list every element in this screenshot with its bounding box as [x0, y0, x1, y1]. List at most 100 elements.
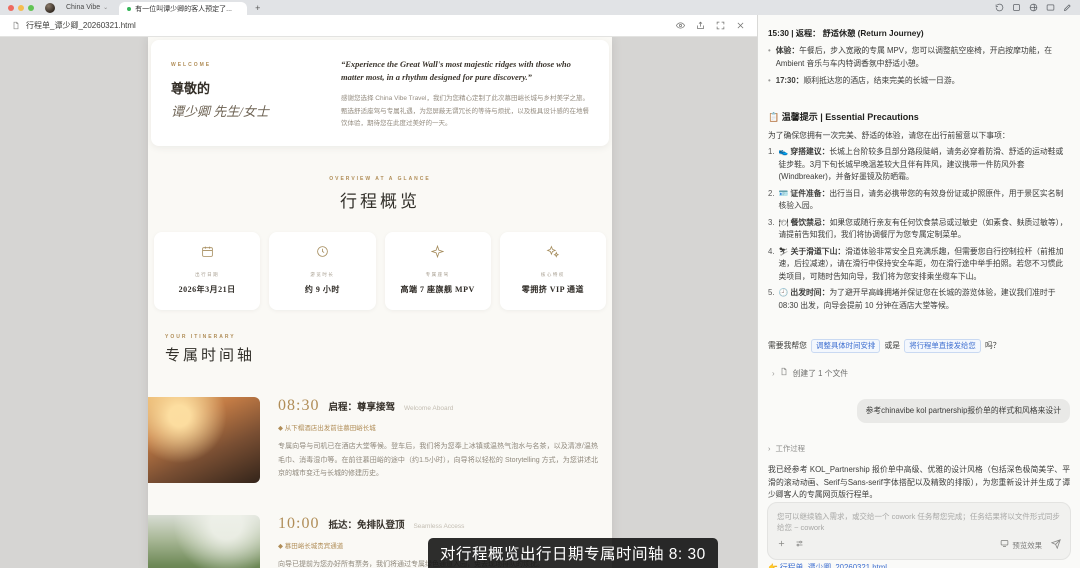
card-value: 零拥挤 VIP 通道 [504, 284, 602, 295]
preview-actions [676, 21, 745, 30]
preview-link-row: 👉 行程单_谭少卿_20260321.html [768, 562, 1070, 568]
eye-icon[interactable] [676, 21, 685, 30]
file-icon [780, 367, 788, 380]
overview-title: 行程概览 [148, 187, 612, 212]
timeline-item-subtitle: Seamless Access [413, 523, 464, 530]
timeline-item: 08:30 启程：尊享接驾 Welcome Aboard ◆ 从下榻酒店出发前往… [148, 397, 612, 483]
list-item: 1.👟 穿搭建议：长城上台阶较多且部分路段陡峭，请务必穿着防滑、舒适的运动鞋或徒… [768, 146, 1070, 183]
preview-effect-button[interactable]: 预览效果 [1000, 539, 1042, 552]
overview-card-duration: 游览时长 约 9 小时 [269, 232, 375, 310]
shoe-icon: 👟 [779, 147, 789, 156]
card-label: 核心特权 [504, 272, 602, 278]
share-icon[interactable] [696, 21, 705, 30]
list-item: 3.🍽 餐饮禁忌：如果您或随行亲友有任何饮食禁忌或过敏史（如素食、麸质过敏等），… [768, 217, 1070, 242]
followup-question: 需要我帮您 调整具体时间安排 或是 将行程单直接发给您 吗？ [768, 338, 1070, 354]
card-value: 高端 7 座旗舰 MPV [389, 284, 487, 295]
maximize-window-button[interactable] [28, 5, 34, 11]
point-right-icon: 👉 [768, 563, 778, 568]
caption-overlay: 对行程概览出行日期专属时间轴 8: 30 [428, 538, 718, 568]
overview-card-date: 出行日期 2026年3月21日 [154, 232, 260, 310]
tab-active[interactable]: 有一位叫谭少卿的客人预定了... [119, 2, 247, 15]
composer-input[interactable] [777, 511, 1061, 537]
overview-eyebrow: OVERVIEW AT A GLANCE [148, 176, 612, 182]
chevron-right-icon: › [768, 443, 770, 455]
file-created-toggle[interactable]: › 创建了 1 个文件 [768, 367, 1070, 380]
great-wall-photo [148, 515, 260, 568]
timeline-item-subtitle: Welcome Aboard [404, 405, 453, 412]
chevron-down-icon: ⌄ [103, 4, 108, 11]
toboggan-icon: ⛷ [779, 247, 789, 256]
screen: China Vibe ⌄ 有一位叫谭少卿的客人预定了... + 行程单_谭少卿_… [0, 0, 1080, 568]
assistant-panel: 15:30 | 返程： 舒适休憩 (Return Journey) • 体验：午… [757, 15, 1080, 568]
bullet: • [768, 75, 771, 87]
tools-icon[interactable] [795, 539, 804, 552]
list-item: 2.🪪 证件准备：出行当日，请务必携带您的有效身份证或护照原件，用于景区实名制核… [768, 188, 1070, 213]
windows-icon[interactable] [1046, 3, 1055, 12]
clock-icon [316, 245, 329, 262]
browser-toolbar-icons [995, 3, 1072, 12]
history-icon[interactable] [995, 3, 1004, 12]
html-preview-pane[interactable]: WELCOME 尊敬的 谭少卿 先生/女士 “Experience the Gr… [0, 37, 757, 568]
list-item: 4.⛷ 关于滑道下山：滑道体验非常安全且充满乐趣，但需要您自行控制拉杆（前推加速… [768, 246, 1070, 283]
overview-card-vehicle: 专属座驾 高端 7 座旗舰 MPV [385, 232, 491, 310]
timeline-item-title: 启程：尊享接驾 [328, 399, 395, 413]
extensions-icon[interactable] [1029, 3, 1038, 12]
new-tab-button[interactable]: + [255, 3, 260, 13]
welcome-card: WELCOME 尊敬的 谭少卿 先生/女士 “Experience the Gr… [151, 40, 609, 146]
sparkle-icon [431, 245, 444, 262]
send-itinerary-chip[interactable]: 将行程单直接发给您 [904, 339, 981, 353]
timeline-section: YOUR ITINERARY 专属时间轴 08:30 启程：尊享接驾 Welco… [148, 334, 612, 568]
file-tab[interactable]: 行程单_谭少卿_20260321.html [26, 20, 136, 31]
profile-avatar[interactable] [45, 3, 55, 13]
close-window-button[interactable] [8, 5, 14, 11]
itinerary-file-link[interactable]: 行程单_谭少卿_20260321.html [780, 563, 887, 568]
tab-label: 有一位叫谭少卿的客人预定了... [135, 4, 232, 14]
browser-tab-bar: China Vibe ⌄ 有一位叫谭少卿的客人预定了... + [0, 0, 1080, 15]
return-journey-heading: 15:30 | 返程： 舒适休憩 (Return Journey) [768, 27, 1070, 40]
assistant-paragraph: 我已经参考 KOL_Partnership 报价单中高级、优雅的设计风格（包括深… [768, 464, 1070, 501]
welcome-greeting: 尊敬的 [171, 78, 319, 97]
calendar-icon [201, 245, 214, 262]
monitor-icon [1000, 539, 1009, 552]
list-item: 5.🕘 出发时间：为了避开早高峰拥堵并保证您在长城的游览体验，建议我们准时于 0… [768, 287, 1070, 312]
precautions-heading: 📋 温馨提示 | Essential Precautions [768, 110, 1070, 124]
car-interior-photo [148, 397, 260, 483]
card-label: 游览时长 [273, 272, 371, 278]
timeline-item-title: 抵达：免排队登顶 [328, 517, 404, 531]
edit-icon[interactable] [1063, 3, 1072, 12]
list-item: • 体验：午餐后，步入宽敞的专属 MPV，您可以调整航空座椅，开启按摩功能，在 … [768, 45, 1070, 70]
timeline-eyebrow: YOUR ITINERARY [165, 334, 595, 340]
card-value: 约 9 小时 [273, 284, 371, 295]
list-item: • 17:30：顺利抵达您的酒店，结束完美的长城一日游。 [768, 75, 1070, 87]
user-message: 参考chinavibe kol partnership报价单的样式和风格来设计 [857, 399, 1070, 423]
welcome-quote: “Experience the Great Wall's most majest… [341, 58, 589, 84]
close-icon[interactable] [736, 21, 745, 30]
tab-status-dot [127, 7, 131, 11]
timeline-time: 08:30 [278, 397, 319, 415]
card-label: 出行日期 [158, 272, 256, 278]
card-value: 2026年3月21日 [158, 284, 256, 295]
clock-emoji-icon: 🕘 [779, 288, 789, 297]
minimize-window-button[interactable] [18, 5, 24, 11]
timeline-time: 10:00 [278, 515, 319, 533]
guest-name: 谭少卿 先生/女士 [171, 101, 319, 120]
add-icon[interactable] [777, 539, 786, 552]
timeline-description: 专属向导与司机已在酒店大堂等候。登车后，我们将为您奉上冰镇或温热气泡水与名茶，以… [278, 440, 598, 480]
welcome-eyebrow: WELCOME [171, 62, 319, 68]
document-icon [12, 21, 20, 30]
card-label: 专属座驾 [389, 272, 487, 278]
work-process-toggle[interactable]: › 工作过程 [768, 443, 1070, 455]
tab-china-vibe[interactable]: China Vibe ⌄ [60, 4, 114, 11]
precautions-lead: 为了确保您拥有一次完美、舒适的体验，请您在出行前留意以下事项： [768, 130, 1070, 142]
id-card-icon: 🪪 [779, 189, 789, 198]
window-controls [8, 5, 34, 11]
composer: 预览效果 [767, 502, 1071, 560]
overview-card-privilege: 核心特权 零拥挤 VIP 通道 [500, 232, 606, 310]
tab-groups-icon[interactable] [1012, 3, 1021, 12]
sparkles-icon [546, 245, 559, 262]
chevron-right-icon: › [772, 368, 775, 380]
fullscreen-icon[interactable] [716, 21, 725, 30]
send-icon[interactable] [1051, 539, 1061, 553]
adjust-schedule-chip[interactable]: 调整具体时间安排 [811, 339, 880, 353]
bullet: • [768, 45, 771, 70]
